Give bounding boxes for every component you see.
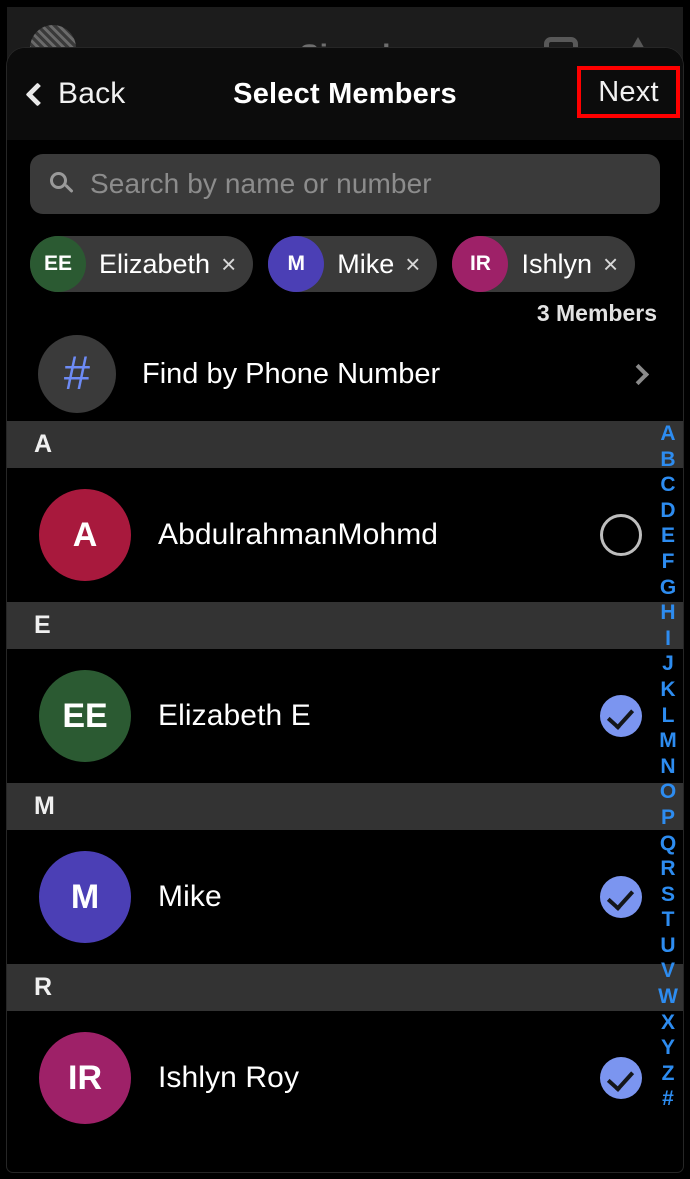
alphabet-index-letter[interactable]: R <box>660 856 675 882</box>
alphabet-index-letter[interactable]: F <box>662 549 675 575</box>
section-header: A <box>7 421 683 468</box>
next-button[interactable]: Next <box>577 66 680 118</box>
hash-glyph: # <box>63 346 91 399</box>
contact-list: A A AbdulrahmanMohmd E EE Elizabeth E M M Mike R I… <box>7 421 683 1145</box>
alphabet-index-letter[interactable]: P <box>661 805 675 831</box>
chip-name-label: Elizabeth <box>99 248 211 279</box>
alphabet-index-letter[interactable]: J <box>662 651 674 677</box>
checkbox-checked-icon[interactable] <box>600 876 642 918</box>
alphabet-index-letter[interactable]: G <box>660 575 676 601</box>
contact-name-label: Mike <box>158 880 222 913</box>
next-button-label: Next <box>598 75 659 108</box>
alphabet-index-letter[interactable]: T <box>662 907 675 933</box>
find-by-phone-number-label: Find by Phone Number <box>142 357 441 390</box>
section-header: R <box>7 964 683 1011</box>
alphabet-index-letter[interactable]: L <box>662 703 675 729</box>
contact-row[interactable]: EE Elizabeth E <box>7 649 683 783</box>
alphabet-index-letter[interactable]: C <box>660 472 675 498</box>
chip-avatar: EE <box>30 236 86 292</box>
search-section: Search by name or number <box>7 140 683 226</box>
contact-name-label: Elizabeth E <box>158 699 311 732</box>
checkbox-checked-icon[interactable] <box>600 1057 642 1099</box>
alphabet-index-letter[interactable]: Q <box>660 831 676 857</box>
chip-avatar: IR <box>452 236 509 292</box>
alphabet-index-letter[interactable]: I <box>665 626 671 652</box>
checkbox-checked-icon[interactable] <box>600 695 642 737</box>
contact-row[interactable]: A AbdulrahmanMohmd <box>7 468 683 602</box>
contact-avatar: M <box>39 851 131 943</box>
alphabet-index-scrubber[interactable]: A B C D E F G H I J K L M N O P Q R S T U V W X Y Z # <box>653 421 683 1112</box>
alphabet-index-letter[interactable]: # <box>662 1086 674 1112</box>
alphabet-index-letter[interactable]: O <box>660 779 676 805</box>
alphabet-index-letter[interactable]: H <box>660 600 675 626</box>
alphabet-index-letter[interactable]: W <box>658 984 678 1010</box>
app-screen: Signal Back Select Members Next Search b… <box>0 0 690 1179</box>
alphabet-index-letter[interactable]: X <box>661 1010 675 1036</box>
find-by-phone-number-row[interactable]: # Find by Phone Number <box>7 327 683 421</box>
navigation-bar: Back Select Members Next <box>7 48 683 140</box>
search-placeholder: Search by name or number <box>90 168 432 199</box>
selected-members-chips: EE Elizabeth × M Mike × IR Ishlyn × <box>7 226 683 292</box>
alphabet-index-letter[interactable]: A <box>660 421 675 447</box>
search-icon <box>50 172 74 196</box>
chip-avatar: M <box>268 236 325 292</box>
alphabet-index-letter[interactable]: N <box>660 754 675 780</box>
contact-avatar: A <box>39 489 131 581</box>
chip-name-label: Mike <box>337 248 395 279</box>
select-members-sheet: Back Select Members Next Search by name … <box>7 48 683 1172</box>
search-input[interactable]: Search by name or number <box>30 154 660 214</box>
contact-row[interactable]: M Mike <box>7 830 683 964</box>
contact-name-label: AbdulrahmanMohmd <box>158 518 439 551</box>
chip-remove-icon[interactable]: × <box>405 251 420 277</box>
checkbox-unchecked-icon[interactable] <box>600 514 642 556</box>
alphabet-index-letter[interactable]: E <box>661 523 675 549</box>
contact-avatar: IR <box>39 1032 131 1124</box>
chip-remove-icon[interactable]: × <box>221 251 236 277</box>
chip-remove-icon[interactable]: × <box>603 251 618 277</box>
alphabet-index-letter[interactable]: B <box>660 447 675 473</box>
alphabet-index-letter[interactable]: Y <box>661 1035 675 1061</box>
selected-member-chip[interactable]: M Mike × <box>268 236 438 292</box>
chevron-right-icon <box>627 363 650 385</box>
alphabet-index-letter[interactable]: Z <box>662 1061 675 1087</box>
alphabet-index-letter[interactable]: U <box>660 933 675 959</box>
alphabet-index-letter[interactable]: M <box>659 728 677 754</box>
chip-name-label: Ishlyn <box>521 248 593 279</box>
selected-member-chip[interactable]: IR Ishlyn × <box>452 236 636 292</box>
contact-avatar: EE <box>39 670 131 762</box>
contact-row[interactable]: IR Ishlyn Roy <box>7 1011 683 1145</box>
hash-icon: # <box>38 335 116 413</box>
members-count-label: 3 Members <box>536 300 657 326</box>
alphabet-index-letter[interactable]: V <box>661 958 675 984</box>
selected-member-chip[interactable]: EE Elizabeth × <box>30 236 254 292</box>
alphabet-index-letter[interactable]: D <box>660 498 675 524</box>
section-header: E <box>7 602 683 649</box>
alphabet-index-letter[interactable]: S <box>661 882 675 908</box>
contact-name-label: Ishlyn Roy <box>158 1061 300 1094</box>
section-header: M <box>7 783 683 830</box>
alphabet-index-letter[interactable]: K <box>660 677 675 703</box>
